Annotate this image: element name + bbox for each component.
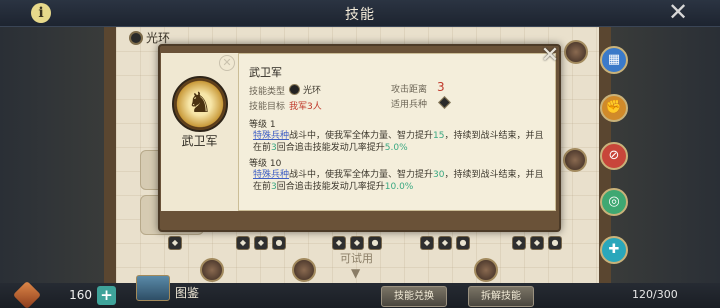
horse-icon: ♞ <box>187 86 213 119</box>
menu-ban-icon[interactable]: ⊘ <box>600 142 628 170</box>
header-bar: i 技能 ✕ <box>0 0 720 27</box>
avatar <box>474 258 498 282</box>
aura-icon <box>129 30 143 45</box>
range-value: 3 <box>437 80 445 94</box>
skill-exchange-button[interactable]: 技能兑换 <box>381 286 447 307</box>
desc-number: 10.0% <box>384 182 414 192</box>
slot-icon: ● <box>272 236 286 250</box>
range-label: 攻击距离 <box>391 85 428 95</box>
unit-type-label: 适用兵种 <box>391 100 428 110</box>
left-frame <box>104 27 116 308</box>
slot-icon: ◆ <box>438 236 452 250</box>
slot-row: ◆ ◆ ● <box>332 236 382 250</box>
codex-label[interactable]: 图鉴 <box>175 284 199 301</box>
menu-plus-icon[interactable]: ✚ <box>600 236 628 264</box>
slot-icon: ◆ <box>236 236 250 250</box>
avatar <box>292 258 316 282</box>
desc-number: 30 <box>433 170 445 180</box>
slot-icon: ● <box>456 236 470 250</box>
faded-close-icon: ✕ <box>219 55 235 71</box>
avatar <box>563 148 587 172</box>
menu-grid-icon[interactable]: ▦ <box>600 46 628 74</box>
avatar <box>564 40 588 64</box>
popup-close-icon[interactable]: ✕ <box>539 45 561 67</box>
slot-icon: ◆ <box>420 236 434 250</box>
desc-text: 回合追击技能发动几率提升 <box>276 143 385 153</box>
slot-icon: ◆ <box>168 236 182 250</box>
slot-row: ◆ ◆ ● <box>512 236 562 250</box>
level-1-label: 等级 1 <box>249 120 276 130</box>
skill-type-value: 光环 <box>289 83 321 96</box>
avatar <box>200 258 224 282</box>
dismantle-skill-button[interactable]: 拆解技能 <box>468 286 534 307</box>
slot-icon: ◆ <box>332 236 346 250</box>
book-icon[interactable] <box>136 275 170 301</box>
desc-text: 战斗中，使我军全体力量、智力提升 <box>289 131 434 141</box>
slot-icon: ◆ <box>530 236 544 250</box>
skill-type-text: 光环 <box>303 86 322 96</box>
skill-type-label: 技能类型 <box>249 87 286 97</box>
slot-icon: ◆ <box>254 236 268 250</box>
slot-row: ◆ ◆ ● <box>236 236 286 250</box>
skill-title: 武卫军 <box>249 66 282 79</box>
add-gem-button[interactable]: + <box>97 286 116 305</box>
skill-target-value: 我军3人 <box>289 102 322 112</box>
level-1-description: 特殊兵种战斗中，使我军全体力量、智力提升15，持续到战斗结束，并且在前3回合追击… <box>253 130 551 154</box>
level-10-description: 特殊兵种战斗中，使我军全体力量、智力提升30，持续到战斗结束，并且在前3回合追击… <box>253 169 551 193</box>
level-10-label: 等级 10 <box>249 159 282 169</box>
close-icon[interactable]: ✕ <box>667 0 689 24</box>
skill-target-label: 技能目标 <box>249 102 286 112</box>
desc-text: 回合追击技能发动几率提升 <box>276 182 385 192</box>
slot-row: ◆ <box>168 236 182 250</box>
slot-icon: ◆ <box>350 236 364 250</box>
slot-row: ◆ ◆ ● <box>420 236 470 250</box>
try-label: 可试用 <box>340 252 373 265</box>
gem-count: 160 <box>69 288 92 302</box>
page-title: 技能 <box>345 7 375 23</box>
desc-text: 战斗中，使我军全体力量、智力提升 <box>289 170 434 180</box>
slot-icon: ● <box>548 236 562 250</box>
aura-type-icon <box>289 84 300 95</box>
desc-number: 15 <box>433 131 445 141</box>
slot-icon: ◆ <box>512 236 526 250</box>
special-unit-link[interactable]: 特殊兵种 <box>253 131 289 141</box>
left-backdrop <box>0 27 110 308</box>
menu-target-icon[interactable]: ◎ <box>600 188 628 216</box>
slot-icon: ● <box>368 236 382 250</box>
skill-icon-name: 武卫军 <box>181 134 218 148</box>
chevron-down-icon[interactable]: ▼ <box>351 266 360 280</box>
desc-number: 5.0% <box>384 143 408 153</box>
skill-medal-icon: ♞ <box>172 76 228 132</box>
special-unit-link[interactable]: 特殊兵种 <box>253 170 289 180</box>
menu-fist-icon[interactable]: ✊ <box>600 94 628 122</box>
skill-capacity: 120/300 <box>632 288 678 301</box>
